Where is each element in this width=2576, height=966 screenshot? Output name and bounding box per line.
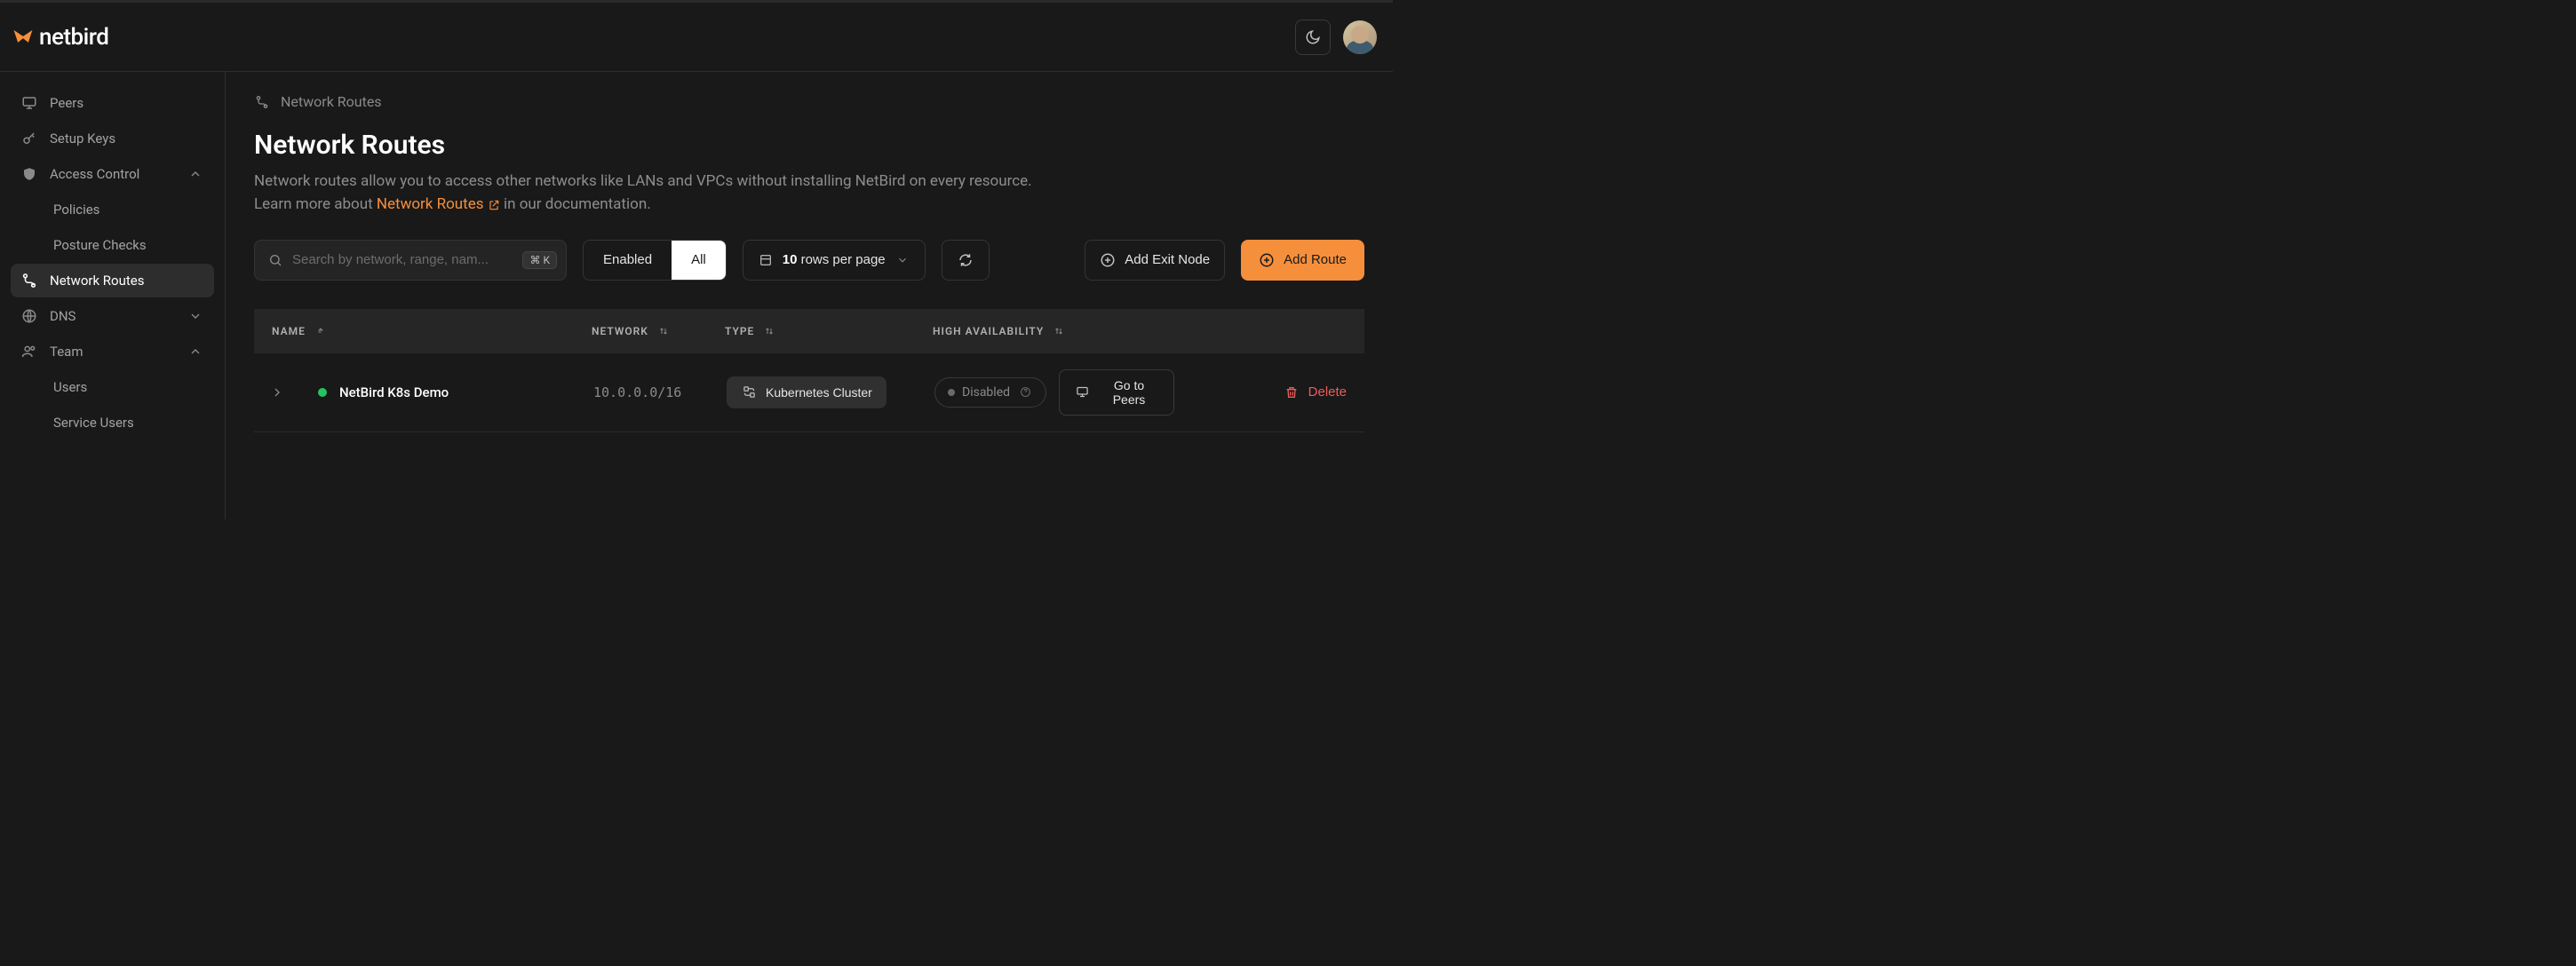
expand-row[interactable] — [254, 384, 300, 400]
sidebar-item-users[interactable]: Users — [11, 370, 214, 404]
sidebar-item-access-control[interactable]: Access Control — [11, 157, 214, 191]
sidebar-item-policies[interactable]: Policies — [11, 193, 214, 226]
sidebar-label: DNS — [50, 308, 76, 324]
layout-icon — [758, 252, 774, 268]
route-icon — [254, 94, 270, 110]
type-tag[interactable]: Kubernetes Cluster — [727, 376, 886, 408]
page-title: Network Routes — [254, 130, 1364, 161]
globe-icon — [21, 308, 37, 324]
main-content: Network Routes Network Routes Network ro… — [226, 72, 1393, 519]
status-dot-active — [318, 388, 327, 397]
sidebar-item-dns[interactable]: DNS — [11, 299, 214, 333]
sidebar-label: Team — [50, 344, 83, 360]
table-header: Name Network Type High Availability — [254, 309, 1364, 353]
chevron-up-icon — [187, 344, 203, 360]
sidebar-label: Access Control — [50, 166, 139, 182]
rows-per-page[interactable]: 10 rows per page — [743, 240, 926, 281]
page-description: Network routes allow you to access other… — [254, 170, 1364, 217]
breadcrumb-label: Network Routes — [281, 93, 382, 110]
plus-circle-icon — [1259, 252, 1275, 268]
delete-button[interactable]: Delete — [1284, 384, 1347, 400]
add-exit-node-button[interactable]: Add Exit Node — [1085, 240, 1225, 281]
brand-name: netbird — [39, 24, 108, 51]
docs-link[interactable]: Network Routes — [377, 195, 500, 213]
user-avatar[interactable] — [1343, 20, 1377, 54]
theme-toggle[interactable] — [1295, 20, 1331, 55]
add-route-button[interactable]: Add Route — [1241, 240, 1364, 281]
key-icon — [21, 131, 37, 146]
filter-enabled[interactable]: Enabled — [584, 241, 672, 280]
sort-icon — [761, 323, 777, 339]
users-icon — [21, 344, 37, 360]
sort-icon — [313, 323, 329, 339]
external-link-icon — [488, 199, 500, 211]
th-network[interactable]: Network — [592, 323, 725, 339]
sidebar-item-posture-checks[interactable]: Posture Checks — [11, 228, 214, 262]
cell-network: 10.0.0.0/16 — [593, 384, 727, 400]
cell-type: Kubernetes Cluster — [727, 376, 934, 408]
sidebar-label: Peers — [50, 95, 83, 111]
monitor-icon — [1074, 384, 1090, 400]
sidebar-item-network-routes[interactable]: Network Routes — [11, 264, 214, 297]
breadcrumb: Network Routes — [254, 93, 1364, 110]
chevron-right-icon — [269, 384, 285, 400]
search-input[interactable] — [292, 252, 513, 267]
route-icon — [21, 273, 37, 289]
chevron-down-icon — [894, 252, 910, 268]
sort-icon — [1051, 323, 1067, 339]
sidebar-item-team[interactable]: Team — [11, 335, 214, 368]
search-icon — [267, 252, 283, 268]
refresh-button[interactable] — [942, 240, 990, 281]
plus-circle-icon — [1100, 252, 1116, 268]
search-box[interactable]: ⌘ K — [254, 240, 567, 281]
search-shortcut: ⌘ K — [522, 251, 557, 269]
shield-icon — [21, 166, 37, 182]
sidebar-label: Setup Keys — [50, 131, 115, 146]
cell-ha: Disabled Go to Peers — [934, 369, 1174, 416]
chevron-down-icon — [187, 308, 203, 324]
sidebar-item-peers[interactable]: Peers — [11, 86, 214, 120]
filter-segment: Enabled All — [583, 240, 727, 281]
status-dot-disabled — [948, 389, 955, 396]
cell-name[interactable]: NetBird K8s Demo — [300, 384, 593, 400]
th-name[interactable]: Name — [254, 323, 592, 339]
refresh-icon — [958, 252, 974, 268]
ha-status: Disabled — [934, 377, 1046, 408]
sidebar-item-service-users[interactable]: Service Users — [11, 406, 214, 439]
go-to-peers-button[interactable]: Go to Peers — [1059, 369, 1174, 416]
brand-icon — [11, 25, 36, 50]
routes-table: Name Network Type High Availability — [254, 309, 1364, 432]
sidebar-label: Network Routes — [50, 273, 144, 289]
help-icon[interactable] — [1017, 384, 1033, 400]
brand-logo[interactable]: netbird — [11, 24, 108, 51]
th-ha[interactable]: High Availability — [933, 323, 1173, 339]
network-icon — [741, 384, 757, 400]
moon-icon — [1305, 29, 1321, 45]
sort-icon — [656, 323, 672, 339]
toolbar: ⌘ K Enabled All 10 rows per page Add Exi… — [254, 240, 1364, 281]
monitor-icon — [21, 95, 37, 111]
filter-all[interactable]: All — [672, 241, 726, 280]
th-type[interactable]: Type — [725, 323, 933, 339]
topbar: netbird — [0, 3, 1393, 72]
cell-actions: Delete — [1174, 384, 1364, 400]
sidebar: Peers Setup Keys Access Control Policies… — [0, 72, 226, 519]
table-row: NetBird K8s Demo 10.0.0.0/16 Kubernetes … — [254, 353, 1364, 432]
chevron-up-icon — [187, 166, 203, 182]
sidebar-item-setup-keys[interactable]: Setup Keys — [11, 122, 214, 155]
trash-icon — [1284, 384, 1300, 400]
topbar-right — [1295, 20, 1377, 55]
